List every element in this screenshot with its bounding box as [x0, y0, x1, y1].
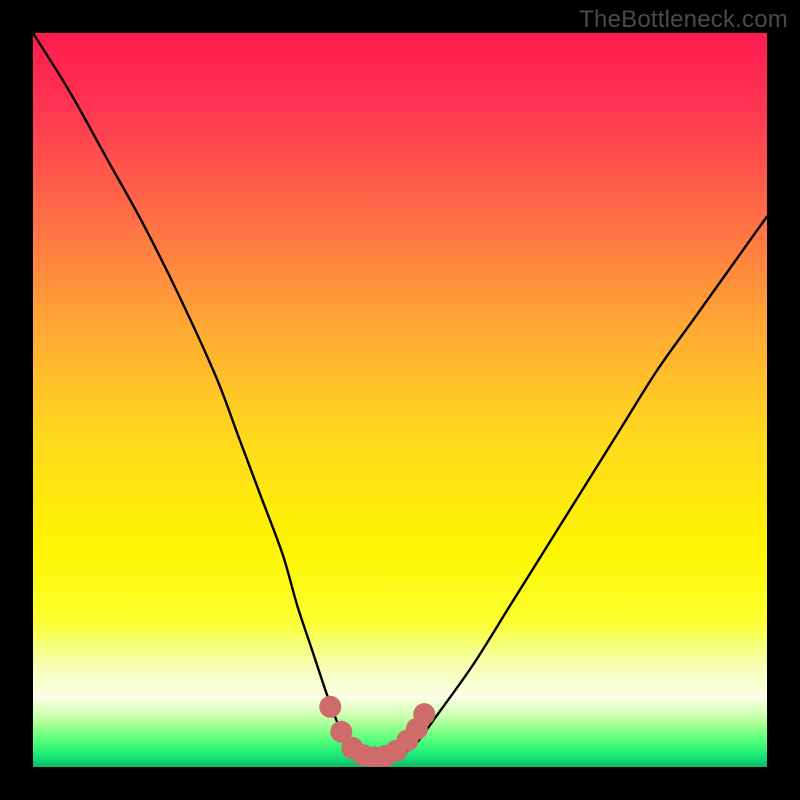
highlight-point — [413, 703, 435, 725]
highlight-point — [319, 696, 341, 718]
bottleneck-chart — [33, 33, 767, 767]
gradient-background — [33, 33, 767, 767]
chart-frame: TheBottleneck.com — [0, 0, 800, 800]
plot-area — [33, 33, 767, 767]
watermark-text: TheBottleneck.com — [579, 6, 788, 34]
